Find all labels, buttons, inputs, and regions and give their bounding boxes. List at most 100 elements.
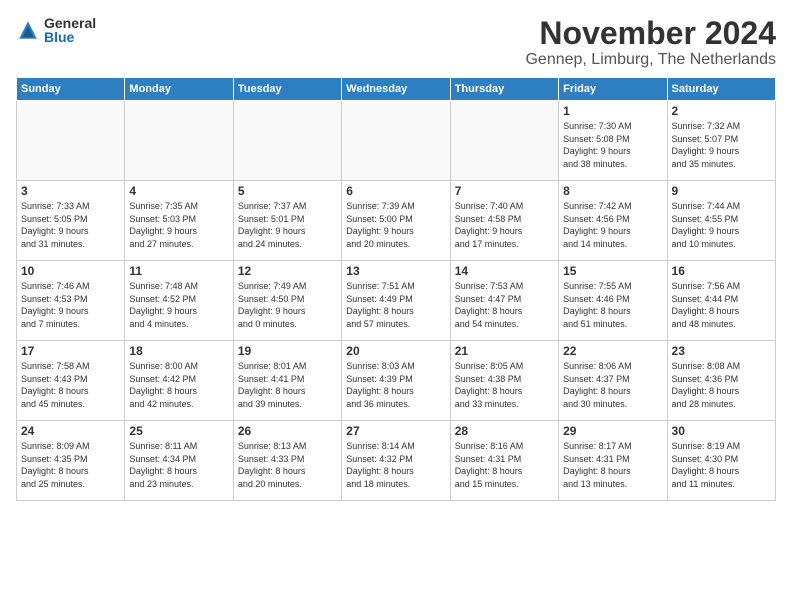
day-number: 29 bbox=[563, 424, 662, 438]
calendar-cell: 25Sunrise: 8:11 AM Sunset: 4:34 PM Dayli… bbox=[125, 421, 233, 501]
day-info: Sunrise: 7:39 AM Sunset: 5:00 PM Dayligh… bbox=[346, 200, 445, 250]
calendar-cell bbox=[17, 101, 125, 181]
day-info: Sunrise: 7:35 AM Sunset: 5:03 PM Dayligh… bbox=[129, 200, 228, 250]
calendar-week-row: 17 Sunrise: 7:58 AM Sunset: 4:43 PM Dayli… bbox=[17, 341, 776, 421]
calendar-cell: 23 Sunrise: 8:08 AM Sunset: 4:36 PM Dayli… bbox=[667, 341, 775, 421]
day-number: 25 bbox=[129, 424, 228, 438]
calendar-cell: 2 Sunrise: 7:32 AM Sunset: 5:07 PM Daylig… bbox=[667, 101, 775, 181]
day-info: Sunrise: 8:16 AM Sunset: 4:31 PM Dayligh… bbox=[455, 440, 554, 490]
day-number: 23 bbox=[672, 344, 771, 358]
calendar-cell: 5Sunrise: 7:37 AM Sunset: 5:01 PM Daylig… bbox=[233, 181, 341, 261]
day-number: 18 bbox=[129, 344, 228, 358]
calendar-week-row: 24 Sunrise: 8:09 AM Sunset: 4:35 PM Dayli… bbox=[17, 421, 776, 501]
calendar-cell: 29 Sunrise: 8:17 AM Sunset: 4:31 PM Dayli… bbox=[559, 421, 667, 501]
day-number: 27 bbox=[346, 424, 445, 438]
col-header-monday: Monday bbox=[125, 78, 233, 101]
day-info: Sunrise: 8:05 AM Sunset: 4:38 PM Dayligh… bbox=[455, 360, 554, 410]
day-number: 17 bbox=[21, 344, 120, 358]
day-info: Sunrise: 8:00 AM Sunset: 4:42 PM Dayligh… bbox=[129, 360, 228, 410]
day-number: 7 bbox=[455, 184, 554, 198]
calendar-cell: 6 Sunrise: 7:39 AM Sunset: 5:00 PM Daylig… bbox=[342, 181, 450, 261]
calendar-cell: 20Sunrise: 8:03 AM Sunset: 4:39 PM Dayli… bbox=[342, 341, 450, 421]
col-header-saturday: Saturday bbox=[667, 78, 775, 101]
calendar-cell: 21 Sunrise: 8:05 AM Sunset: 4:38 PM Dayli… bbox=[450, 341, 558, 421]
day-number: 12 bbox=[238, 264, 337, 278]
day-info: Sunrise: 7:55 AM Sunset: 4:46 PM Dayligh… bbox=[563, 280, 662, 330]
day-info: Sunrise: 7:53 AM Sunset: 4:47 PM Dayligh… bbox=[455, 280, 554, 330]
day-number: 8 bbox=[563, 184, 662, 198]
day-number: 3 bbox=[21, 184, 120, 198]
title-block: November 2024 Gennep, Limburg, The Nethe… bbox=[525, 16, 776, 69]
day-number: 21 bbox=[455, 344, 554, 358]
calendar-cell: 26 Sunrise: 8:13 AM Sunset: 4:33 PM Dayli… bbox=[233, 421, 341, 501]
day-info: Sunrise: 7:49 AM Sunset: 4:50 PM Dayligh… bbox=[238, 280, 337, 330]
calendar-cell: 22Sunrise: 8:06 AM Sunset: 4:37 PM Dayli… bbox=[559, 341, 667, 421]
col-header-wednesday: Wednesday bbox=[342, 78, 450, 101]
day-info: Sunrise: 8:06 AM Sunset: 4:37 PM Dayligh… bbox=[563, 360, 662, 410]
day-info: Sunrise: 7:30 AM Sunset: 5:08 PM Dayligh… bbox=[563, 120, 662, 170]
day-number: 15 bbox=[563, 264, 662, 278]
calendar-cell: 9 Sunrise: 7:44 AM Sunset: 4:55 PM Daylig… bbox=[667, 181, 775, 261]
day-number: 2 bbox=[672, 104, 771, 118]
day-info: Sunrise: 8:14 AM Sunset: 4:32 PM Dayligh… bbox=[346, 440, 445, 490]
day-number: 4 bbox=[129, 184, 228, 198]
calendar-cell: 27 Sunrise: 8:14 AM Sunset: 4:32 PM Dayli… bbox=[342, 421, 450, 501]
day-info: Sunrise: 8:03 AM Sunset: 4:39 PM Dayligh… bbox=[346, 360, 445, 410]
day-number: 10 bbox=[21, 264, 120, 278]
logo-icon bbox=[16, 18, 40, 42]
calendar-cell: 7 Sunrise: 7:40 AM Sunset: 4:58 PM Daylig… bbox=[450, 181, 558, 261]
col-header-friday: Friday bbox=[559, 78, 667, 101]
calendar-cell bbox=[450, 101, 558, 181]
calendar-cell: 18 Sunrise: 8:00 AM Sunset: 4:42 PM Dayli… bbox=[125, 341, 233, 421]
col-header-tuesday: Tuesday bbox=[233, 78, 341, 101]
day-number: 24 bbox=[21, 424, 120, 438]
day-info: Sunrise: 8:13 AM Sunset: 4:33 PM Dayligh… bbox=[238, 440, 337, 490]
calendar-cell: 14 Sunrise: 7:53 AM Sunset: 4:47 PM Dayli… bbox=[450, 261, 558, 341]
day-number: 6 bbox=[346, 184, 445, 198]
calendar-cell bbox=[125, 101, 233, 181]
location-subtitle: Gennep, Limburg, The Netherlands bbox=[525, 51, 776, 69]
day-info: Sunrise: 7:44 AM Sunset: 4:55 PM Dayligh… bbox=[672, 200, 771, 250]
calendar-cell: 13Sunrise: 7:51 AM Sunset: 4:49 PM Dayli… bbox=[342, 261, 450, 341]
calendar-cell: 19Sunrise: 8:01 AM Sunset: 4:41 PM Dayli… bbox=[233, 341, 341, 421]
calendar-cell: 16 Sunrise: 7:56 AM Sunset: 4:44 PM Dayli… bbox=[667, 261, 775, 341]
calendar-week-row: 3Sunrise: 7:33 AM Sunset: 5:05 PM Daylig… bbox=[17, 181, 776, 261]
month-title: November 2024 bbox=[525, 16, 776, 51]
day-number: 11 bbox=[129, 264, 228, 278]
calendar-week-row: 1Sunrise: 7:30 AM Sunset: 5:08 PM Daylig… bbox=[17, 101, 776, 181]
logo-general-text: General bbox=[44, 16, 96, 30]
day-number: 13 bbox=[346, 264, 445, 278]
day-number: 14 bbox=[455, 264, 554, 278]
day-number: 9 bbox=[672, 184, 771, 198]
calendar-cell: 17 Sunrise: 7:58 AM Sunset: 4:43 PM Dayli… bbox=[17, 341, 125, 421]
col-header-thursday: Thursday bbox=[450, 78, 558, 101]
day-number: 16 bbox=[672, 264, 771, 278]
calendar-cell: 28 Sunrise: 8:16 AM Sunset: 4:31 PM Dayli… bbox=[450, 421, 558, 501]
day-info: Sunrise: 7:37 AM Sunset: 5:01 PM Dayligh… bbox=[238, 200, 337, 250]
day-info: Sunrise: 8:17 AM Sunset: 4:31 PM Dayligh… bbox=[563, 440, 662, 490]
calendar-cell: 11 Sunrise: 7:48 AM Sunset: 4:52 PM Dayli… bbox=[125, 261, 233, 341]
day-number: 26 bbox=[238, 424, 337, 438]
calendar-week-row: 10 Sunrise: 7:46 AM Sunset: 4:53 PM Dayli… bbox=[17, 261, 776, 341]
calendar-cell: 4 Sunrise: 7:35 AM Sunset: 5:03 PM Daylig… bbox=[125, 181, 233, 261]
col-header-sunday: Sunday bbox=[17, 78, 125, 101]
day-info: Sunrise: 8:01 AM Sunset: 4:41 PM Dayligh… bbox=[238, 360, 337, 410]
calendar-cell: 1Sunrise: 7:30 AM Sunset: 5:08 PM Daylig… bbox=[559, 101, 667, 181]
day-info: Sunrise: 7:58 AM Sunset: 4:43 PM Dayligh… bbox=[21, 360, 120, 410]
day-info: Sunrise: 7:56 AM Sunset: 4:44 PM Dayligh… bbox=[672, 280, 771, 330]
calendar-cell: 30 Sunrise: 8:19 AM Sunset: 4:30 PM Dayli… bbox=[667, 421, 775, 501]
day-info: Sunrise: 8:19 AM Sunset: 4:30 PM Dayligh… bbox=[672, 440, 771, 490]
calendar-cell: 3Sunrise: 7:33 AM Sunset: 5:05 PM Daylig… bbox=[17, 181, 125, 261]
logo-blue-text: Blue bbox=[44, 30, 96, 44]
day-info: Sunrise: 7:48 AM Sunset: 4:52 PM Dayligh… bbox=[129, 280, 228, 330]
day-number: 28 bbox=[455, 424, 554, 438]
day-info: Sunrise: 8:08 AM Sunset: 4:36 PM Dayligh… bbox=[672, 360, 771, 410]
calendar-cell bbox=[233, 101, 341, 181]
day-info: Sunrise: 7:32 AM Sunset: 5:07 PM Dayligh… bbox=[672, 120, 771, 170]
calendar-cell: 15 Sunrise: 7:55 AM Sunset: 4:46 PM Dayli… bbox=[559, 261, 667, 341]
day-info: Sunrise: 7:40 AM Sunset: 4:58 PM Dayligh… bbox=[455, 200, 554, 250]
day-number: 30 bbox=[672, 424, 771, 438]
day-info: Sunrise: 8:09 AM Sunset: 4:35 PM Dayligh… bbox=[21, 440, 120, 490]
day-info: Sunrise: 7:46 AM Sunset: 4:53 PM Dayligh… bbox=[21, 280, 120, 330]
calendar-cell: 24 Sunrise: 8:09 AM Sunset: 4:35 PM Dayli… bbox=[17, 421, 125, 501]
